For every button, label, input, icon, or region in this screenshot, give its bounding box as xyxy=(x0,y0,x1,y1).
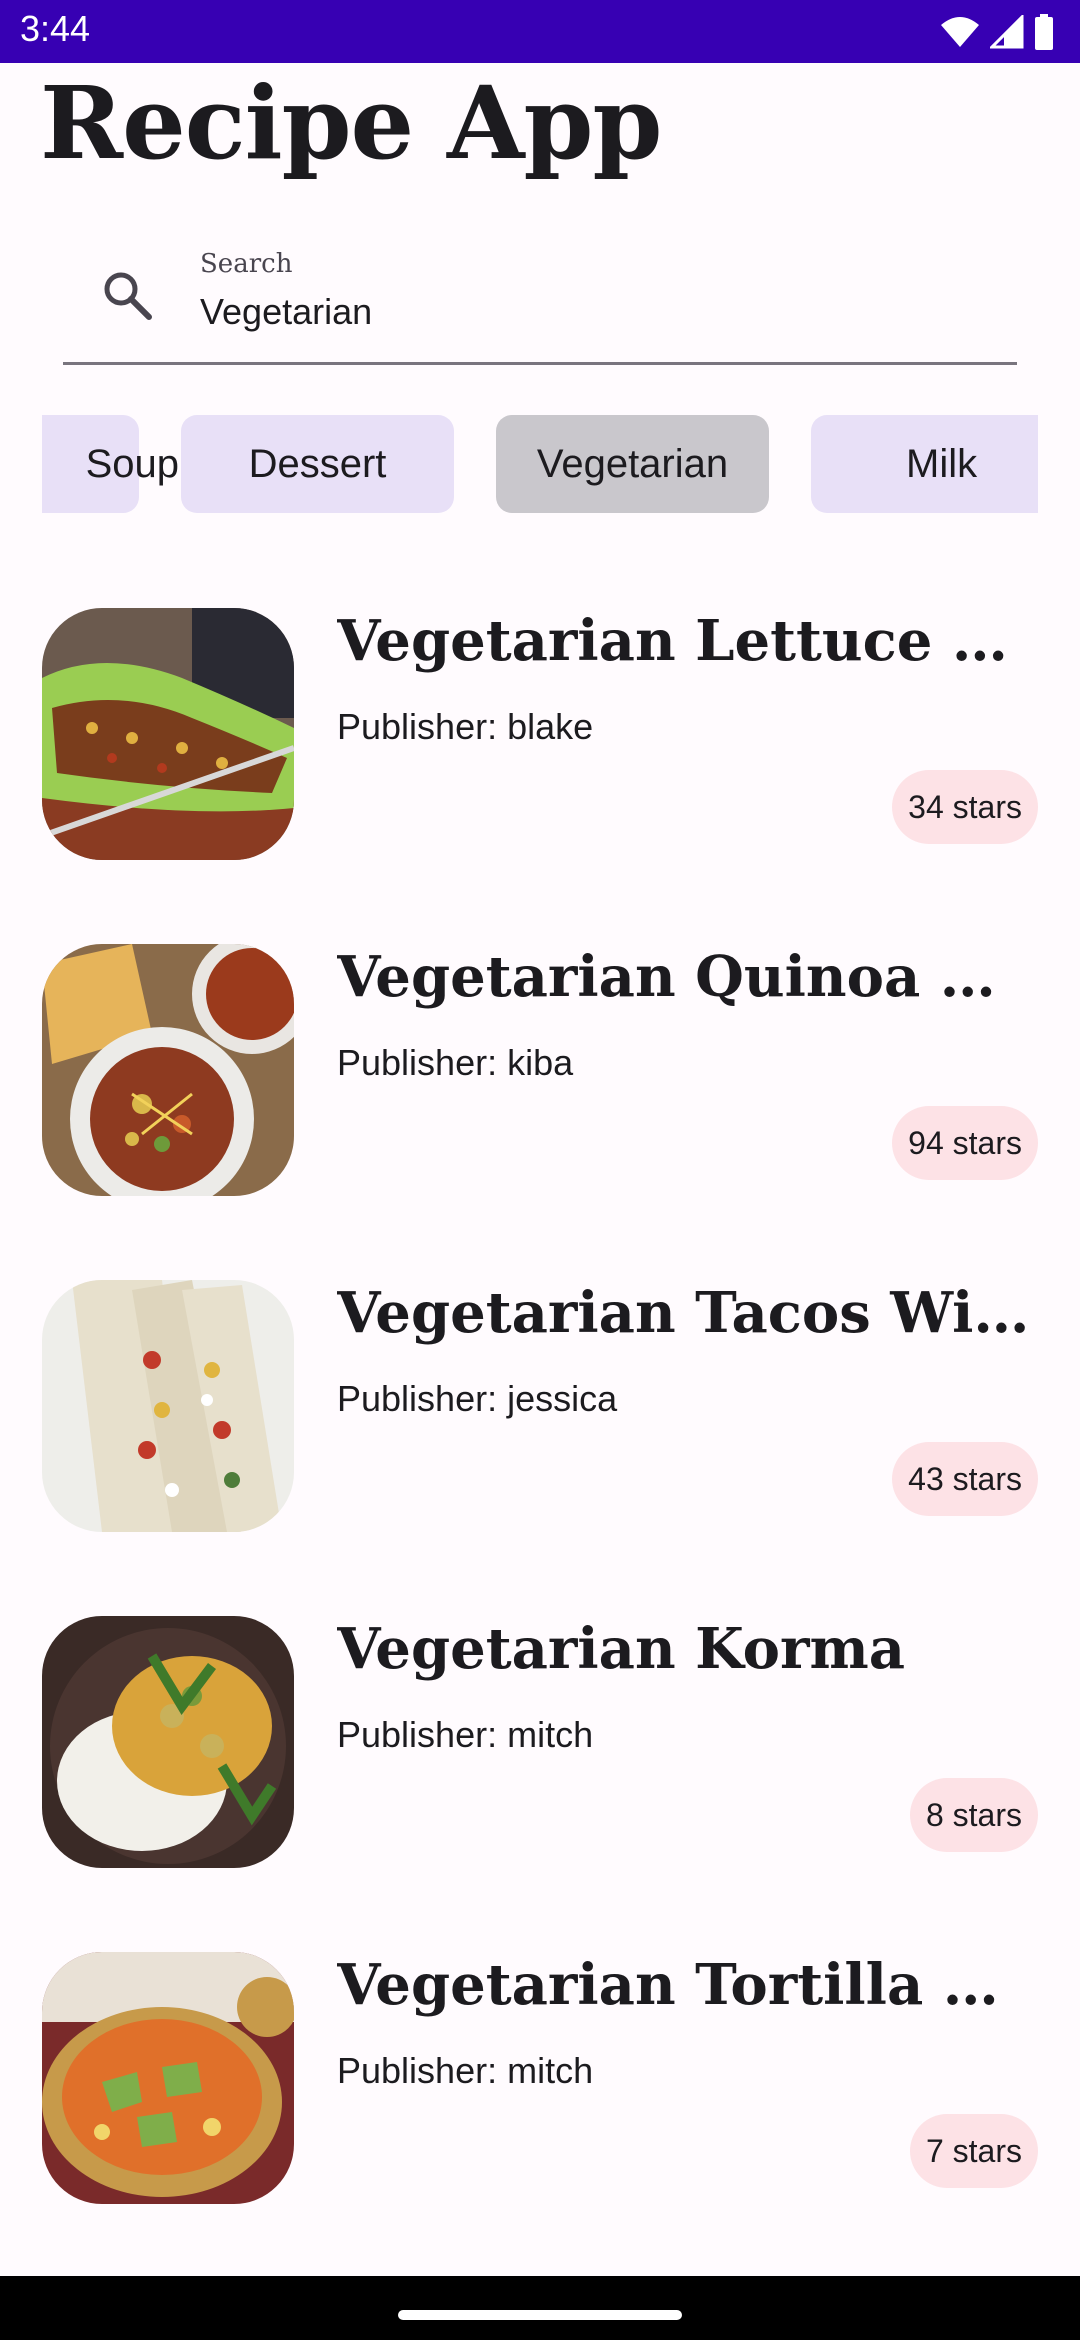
stars-badge: 8 stars xyxy=(909,1778,1038,1852)
recipe-title: Vegetarian Tortilla Soup xyxy=(337,1952,1037,2018)
stars-badge: 7 stars xyxy=(909,2114,1038,2188)
chip-label: Dessert xyxy=(248,441,387,486)
recipe-image xyxy=(42,1280,294,1532)
stars-badge: 94 stars xyxy=(892,1106,1038,1180)
category-chips[interactable]: Soup Dessert Vegetarian Milk xyxy=(42,415,1038,513)
recipe-image xyxy=(42,944,294,1196)
wifi-icon xyxy=(941,17,979,47)
chip-vegetarian[interactable]: Vegetarian xyxy=(496,415,769,513)
home-gesture-handle[interactable] xyxy=(398,2310,682,2320)
recipe-card[interactable]: Vegetarian Tacos With Corn Salsa Publish… xyxy=(42,1280,1038,1532)
status-icons xyxy=(940,12,1054,52)
recipe-publisher: Publisher: jessica xyxy=(337,1378,618,1419)
status-bar: 3:44 xyxy=(0,0,1080,63)
recipe-publisher: Publisher: blake xyxy=(337,706,594,747)
chip-label: Milk xyxy=(906,441,978,486)
recipe-image xyxy=(42,1952,294,2204)
chip-dessert[interactable]: Dessert xyxy=(181,415,454,513)
recipe-card[interactable]: Vegetarian Tortilla Soup Publisher: mitc… xyxy=(42,1952,1038,2204)
battery-icon xyxy=(1035,14,1053,50)
recipe-card[interactable]: Vegetarian Lettuce Wraps Publisher: blak… xyxy=(42,608,1038,860)
search-field[interactable]: Search Vegetarian xyxy=(63,225,1017,365)
search-icon xyxy=(104,272,152,320)
recipe-title: Vegetarian Tacos With Corn Salsa xyxy=(337,1280,1037,1346)
signal-icon xyxy=(990,15,1024,49)
recipe-card[interactable]: Vegetarian Korma Publisher: mitch 8 star… xyxy=(42,1616,1038,1868)
chip-label: Soup xyxy=(85,441,179,486)
recipe-publisher: Publisher: mitch xyxy=(337,1714,594,1755)
chip-soup[interactable]: Soup xyxy=(42,415,179,513)
recipe-publisher: Publisher: mitch xyxy=(337,2050,594,2091)
status-time: 3:44 xyxy=(20,8,91,49)
recipe-title: Vegetarian Lettuce Wraps xyxy=(337,608,1037,674)
recipe-image xyxy=(42,1616,294,1868)
search-label: Search xyxy=(200,249,293,279)
chip-milk[interactable]: Milk xyxy=(811,415,1038,513)
recipe-image xyxy=(42,608,294,860)
stars-badge: 43 stars xyxy=(892,1442,1038,1516)
app-title: Recipe App xyxy=(40,64,662,182)
chip-label: Vegetarian xyxy=(536,441,729,486)
recipe-publisher: Publisher: kiba xyxy=(337,1042,574,1083)
recipe-title: Vegetarian Korma xyxy=(337,1616,905,1682)
recipe-title: Vegetarian Quinoa Chili xyxy=(337,944,1037,1010)
recipe-card[interactable]: Vegetarian Quinoa Chili Publisher: kiba … xyxy=(42,944,1038,1196)
navigation-bar xyxy=(0,2276,1080,2340)
stars-badge: 34 stars xyxy=(892,770,1038,844)
search-input[interactable]: Vegetarian xyxy=(200,291,372,333)
